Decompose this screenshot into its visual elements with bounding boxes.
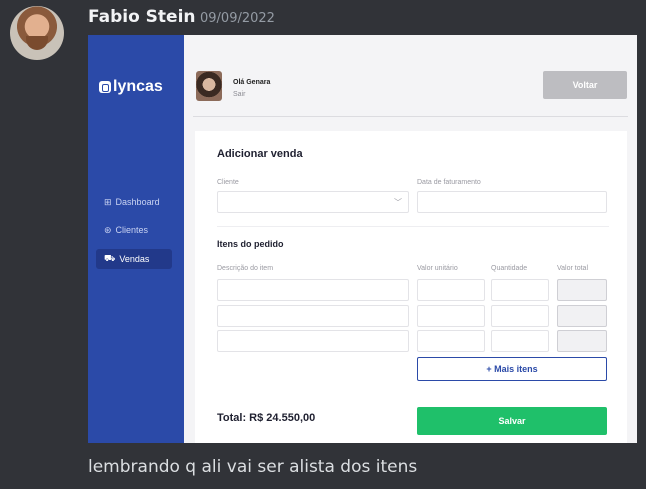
section-divider (217, 226, 609, 227)
header-divider (193, 116, 628, 117)
order-total: Total: R$ 24.550,00 (217, 412, 316, 424)
item-total-field (557, 330, 607, 352)
item-description-input[interactable] (217, 279, 409, 301)
author-name[interactable]: Fabio Stein (88, 7, 196, 27)
avatar-beard (26, 36, 48, 50)
user-greeting: Olá Genara (233, 79, 271, 86)
item-description-input[interactable] (217, 305, 409, 327)
sale-form-card: Adicionar venda Cliente ﹀ Data de fatura… (195, 131, 627, 443)
user-avatar (196, 71, 222, 101)
column-header-total: Valor total (557, 265, 588, 272)
message-text: lembrando q ali vai ser alista dos itens (88, 457, 418, 477)
nav-item-vendas[interactable]: ⛟ Vendas (96, 249, 172, 269)
client-select[interactable]: ﹀ (217, 191, 409, 213)
column-header-quantity: Quantidade (491, 265, 528, 272)
items-title: Itens do pedido (217, 239, 284, 249)
item-unit-price-input[interactable] (417, 330, 485, 352)
users-icon: ⊛ (104, 224, 112, 235)
item-unit-price-input[interactable] (417, 305, 485, 327)
form-title: Adicionar venda (217, 148, 303, 160)
nav-label: Dashboard (115, 197, 160, 207)
app-logo: lyncas (99, 78, 163, 96)
nav-item-clientes[interactable]: ⊛ Clientes (96, 220, 172, 240)
logo-mark-icon (99, 81, 111, 93)
nav-item-dashboard[interactable]: ⊞ Dashboard (96, 192, 172, 212)
billing-date-input[interactable] (417, 191, 607, 213)
item-total-field (557, 305, 607, 327)
client-label: Cliente (217, 179, 239, 186)
app-header: Olá Genara Sair Voltar (184, 35, 637, 117)
cart-icon: ⛟ (104, 253, 116, 263)
logout-link[interactable]: Sair (233, 91, 245, 98)
item-quantity-input[interactable] (491, 305, 549, 327)
add-items-button[interactable]: + Mais itens (417, 357, 607, 381)
save-button[interactable]: Salvar (417, 407, 607, 435)
grid-icon: ⊞ (104, 196, 112, 207)
item-description-input[interactable] (217, 330, 409, 352)
item-unit-price-input[interactable] (417, 279, 485, 301)
attached-screenshot[interactable]: lyncas ⊞ Dashboard ⊛ Clientes ⛟ Vendas O… (88, 35, 637, 443)
item-quantity-input[interactable] (491, 330, 549, 352)
author-avatar[interactable] (10, 6, 64, 60)
nav-label: Clientes (115, 225, 149, 235)
chevron-down-icon: ﹀ (394, 198, 402, 207)
column-header-unit-price: Valor unitário (417, 265, 458, 272)
logo-text: lyncas (113, 78, 163, 95)
app-sidebar: lyncas ⊞ Dashboard ⊛ Clientes ⛟ Vendas (88, 35, 184, 443)
item-total-field (557, 279, 607, 301)
message-timestamp: 09/09/2022 (200, 11, 275, 26)
back-button[interactable]: Voltar (543, 71, 627, 99)
nav-label: Vendas (119, 254, 150, 264)
column-header-description: Descrição do item (217, 265, 274, 272)
item-quantity-input[interactable] (491, 279, 549, 301)
billing-date-label: Data de faturamento (417, 179, 481, 186)
